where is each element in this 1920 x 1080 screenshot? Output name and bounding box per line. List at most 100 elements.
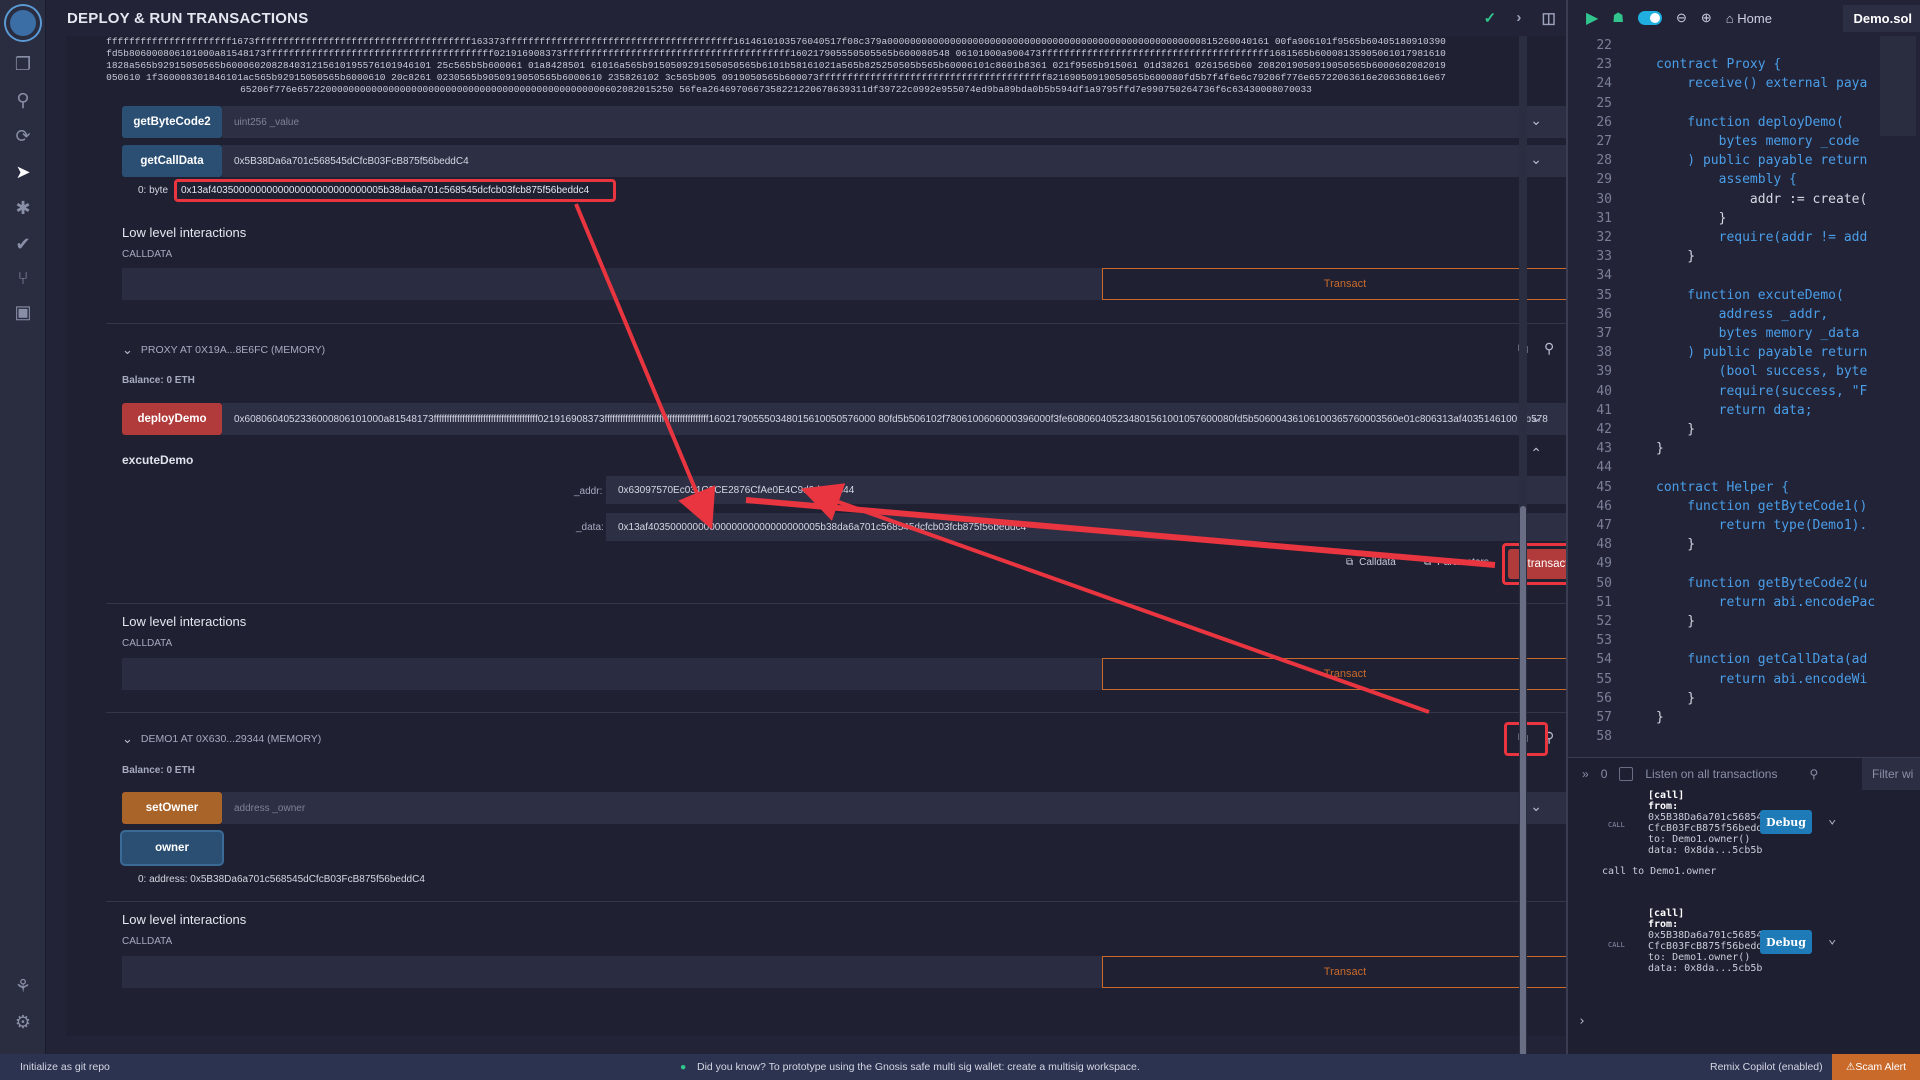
code-line[interactable]: 25 — [1568, 96, 1920, 115]
code-line[interactable]: 56 } — [1568, 691, 1920, 710]
code-line[interactable]: 36 address _addr, — [1568, 307, 1920, 326]
scam-alert-button[interactable]: ⚠ Scam Alert — [1832, 1054, 1920, 1080]
code-line[interactable]: 57} — [1568, 710, 1920, 729]
line-text: function getByteCode2(u — [1656, 575, 1868, 591]
code-line[interactable]: 31 } — [1568, 211, 1920, 230]
code-line[interactable]: 22 — [1568, 38, 1920, 57]
chevron-down-icon[interactable]: ⌄ — [1828, 932, 1836, 946]
line-text: function deployDemo( — [1656, 114, 1844, 130]
code-line[interactable]: 32 require(addr != add — [1568, 230, 1920, 249]
warning-icon: ⚠ — [1845, 1061, 1856, 1073]
scrollbar-thumb[interactable] — [1520, 506, 1526, 1056]
code-line[interactable]: 43} — [1568, 441, 1920, 460]
code-line[interactable]: 44 — [1568, 460, 1920, 479]
search-icon[interactable]: ⚲ — [11, 88, 35, 112]
code-line[interactable]: 29 assembly { — [1568, 172, 1920, 191]
remix-logo-icon[interactable] — [6, 6, 40, 40]
line-number: 43 — [1596, 441, 1612, 457]
run-icon[interactable]: ▶ — [1586, 8, 1598, 28]
prompt-icon[interactable]: › — [1578, 1015, 1586, 1028]
code-line[interactable]: 49 — [1568, 556, 1920, 575]
plugin-manager-icon[interactable]: ⚘ — [11, 974, 35, 998]
code-line[interactable]: 53 — [1568, 633, 1920, 652]
editor-toolbar: ▶ ☗ ⊖ ⊕ ⌂ Home Demo.sol — [1568, 0, 1920, 36]
collapse-icon[interactable]: » — [1582, 767, 1589, 781]
line-number: 37 — [1596, 326, 1612, 341]
line-number: 33 — [1596, 249, 1612, 265]
status-bar: Initialize as git repo ● Did you know? T… — [0, 1054, 1920, 1080]
code-line[interactable]: 35 function excuteDemo( — [1568, 288, 1920, 307]
code-line[interactable]: 39 (bool success, byte — [1568, 364, 1920, 383]
listen-checkbox[interactable] — [1619, 767, 1634, 781]
code-line[interactable]: 50 function getByteCode2(u — [1568, 576, 1920, 595]
code-line[interactable]: 55 return abi.encodeWi — [1568, 672, 1920, 691]
code-line[interactable]: 46 function getByteCode1() — [1568, 499, 1920, 518]
zoom-in-icon[interactable]: ⊕ — [1701, 10, 1712, 26]
line-number: 58 — [1596, 729, 1612, 745]
deploy-run-icon[interactable]: ➤ — [11, 160, 35, 184]
file-explorer-icon[interactable]: ❐ — [11, 52, 35, 76]
line-text: return abi.encodeWi — [1656, 671, 1868, 687]
filter-input[interactable]: Filter wi — [1862, 758, 1920, 790]
line-number: 35 — [1596, 287, 1612, 303]
debugger-icon[interactable]: ✱ — [11, 196, 35, 220]
code-line[interactable]: 30 addr := create( — [1568, 192, 1920, 211]
panel-scrollbar[interactable] — [1519, 36, 1527, 1056]
copilot-status[interactable]: Remix Copilot (enabled) — [1710, 1061, 1823, 1073]
code-line[interactable]: 24 receive() external paya — [1568, 76, 1920, 95]
code-line[interactable]: 27 bytes memory _code — [1568, 134, 1920, 153]
code-line[interactable]: 48 } — [1568, 537, 1920, 556]
debug-button[interactable]: Debug — [1760, 930, 1812, 954]
code-line[interactable]: 41 return data; — [1568, 403, 1920, 422]
code-line[interactable]: 28 ) public payable return — [1568, 153, 1920, 172]
code-line[interactable]: 34 — [1568, 268, 1920, 287]
log-entry-1[interactable]: [call] from: 0x5B38Da6a701c568545d CfcB0… — [1648, 790, 1774, 856]
line-number: 49 — [1596, 556, 1612, 572]
terminal: » 0 Listen on all transactions ⚲ Filter … — [1568, 757, 1920, 1054]
code-line[interactable]: 37 bytes memory _data — [1568, 326, 1920, 345]
git-init-link[interactable]: Initialize as git repo — [20, 1061, 110, 1073]
testing-icon[interactable]: ✔ — [11, 232, 35, 256]
line-number: 39 — [1596, 364, 1612, 380]
line-text: bytes memory _code — [1656, 134, 1860, 149]
line-number: 38 — [1596, 345, 1612, 361]
code-editor[interactable]: 22 23 contract Proxy {24 receive() externa… — [1568, 36, 1920, 744]
search-icon[interactable]: ⚲ — [1809, 767, 1818, 781]
solidity-compiler-icon[interactable]: ⟳ — [11, 124, 35, 148]
code-line[interactable]: 47 return type(Demo1). — [1568, 518, 1920, 537]
ai-icon[interactable]: ☗ — [1612, 10, 1624, 26]
code-line[interactable]: 51 return abi.encodePac — [1568, 595, 1920, 614]
home-tab-label: Home — [1737, 10, 1772, 26]
code-line[interactable]: 42 } — [1568, 422, 1920, 441]
code-line[interactable]: 45 contract Helper { — [1568, 480, 1920, 499]
line-text: address _addr, — [1656, 306, 1829, 322]
line-text: } — [1656, 614, 1696, 629]
chevron-down-icon[interactable]: ⌄ — [1828, 812, 1836, 826]
log-from2: CfcB03FcB875f56beddC4 — [1648, 823, 1775, 834]
line-text: ) public payable return — [1656, 345, 1868, 361]
debug-button[interactable]: Debug — [1760, 810, 1812, 834]
code-line[interactable]: 52 } — [1568, 614, 1920, 633]
line-number: 41 — [1596, 402, 1612, 418]
file-tab[interactable]: Demo.sol — [1843, 4, 1920, 32]
home-tab[interactable]: ⌂ Home — [1726, 11, 1772, 26]
tip-text[interactable]: Did you know? To prototype using the Gno… — [697, 1061, 1140, 1073]
settings-icon[interactable]: ⚙ — [11, 1010, 35, 1034]
code-line[interactable]: 58 — [1568, 729, 1920, 748]
ai-toggle[interactable] — [1637, 11, 1662, 25]
code-line[interactable]: 40 require(success, "F — [1568, 384, 1920, 403]
code-line[interactable]: 33 } — [1568, 249, 1920, 268]
log-entry-2[interactable]: [call] from: 0x5B38Da6a701c568545d CfcB0… — [1648, 908, 1774, 974]
code-line[interactable]: 54 function getCallData(ad — [1568, 652, 1920, 671]
log-data: data: 0x8da...5cb5b — [1648, 845, 1763, 856]
code-line[interactable]: 23 contract Proxy { — [1568, 57, 1920, 76]
line-number: 46 — [1596, 498, 1612, 514]
code-line[interactable]: 38 ) public payable return — [1568, 345, 1920, 364]
code-line[interactable]: 26 function deployDemo( — [1568, 115, 1920, 134]
zoom-out-icon[interactable]: ⊖ — [1676, 10, 1687, 26]
icon-sidebar: ❐ ⚲ ⟳ ➤ ✱ ✔ ⑂ ▣ ⚘ ⚙ — [0, 0, 46, 1054]
minimap[interactable] — [1880, 36, 1916, 136]
git-icon[interactable]: ⑂ — [11, 266, 35, 290]
line-text: } — [1656, 690, 1696, 706]
plugin-icon[interactable]: ▣ — [11, 300, 35, 324]
